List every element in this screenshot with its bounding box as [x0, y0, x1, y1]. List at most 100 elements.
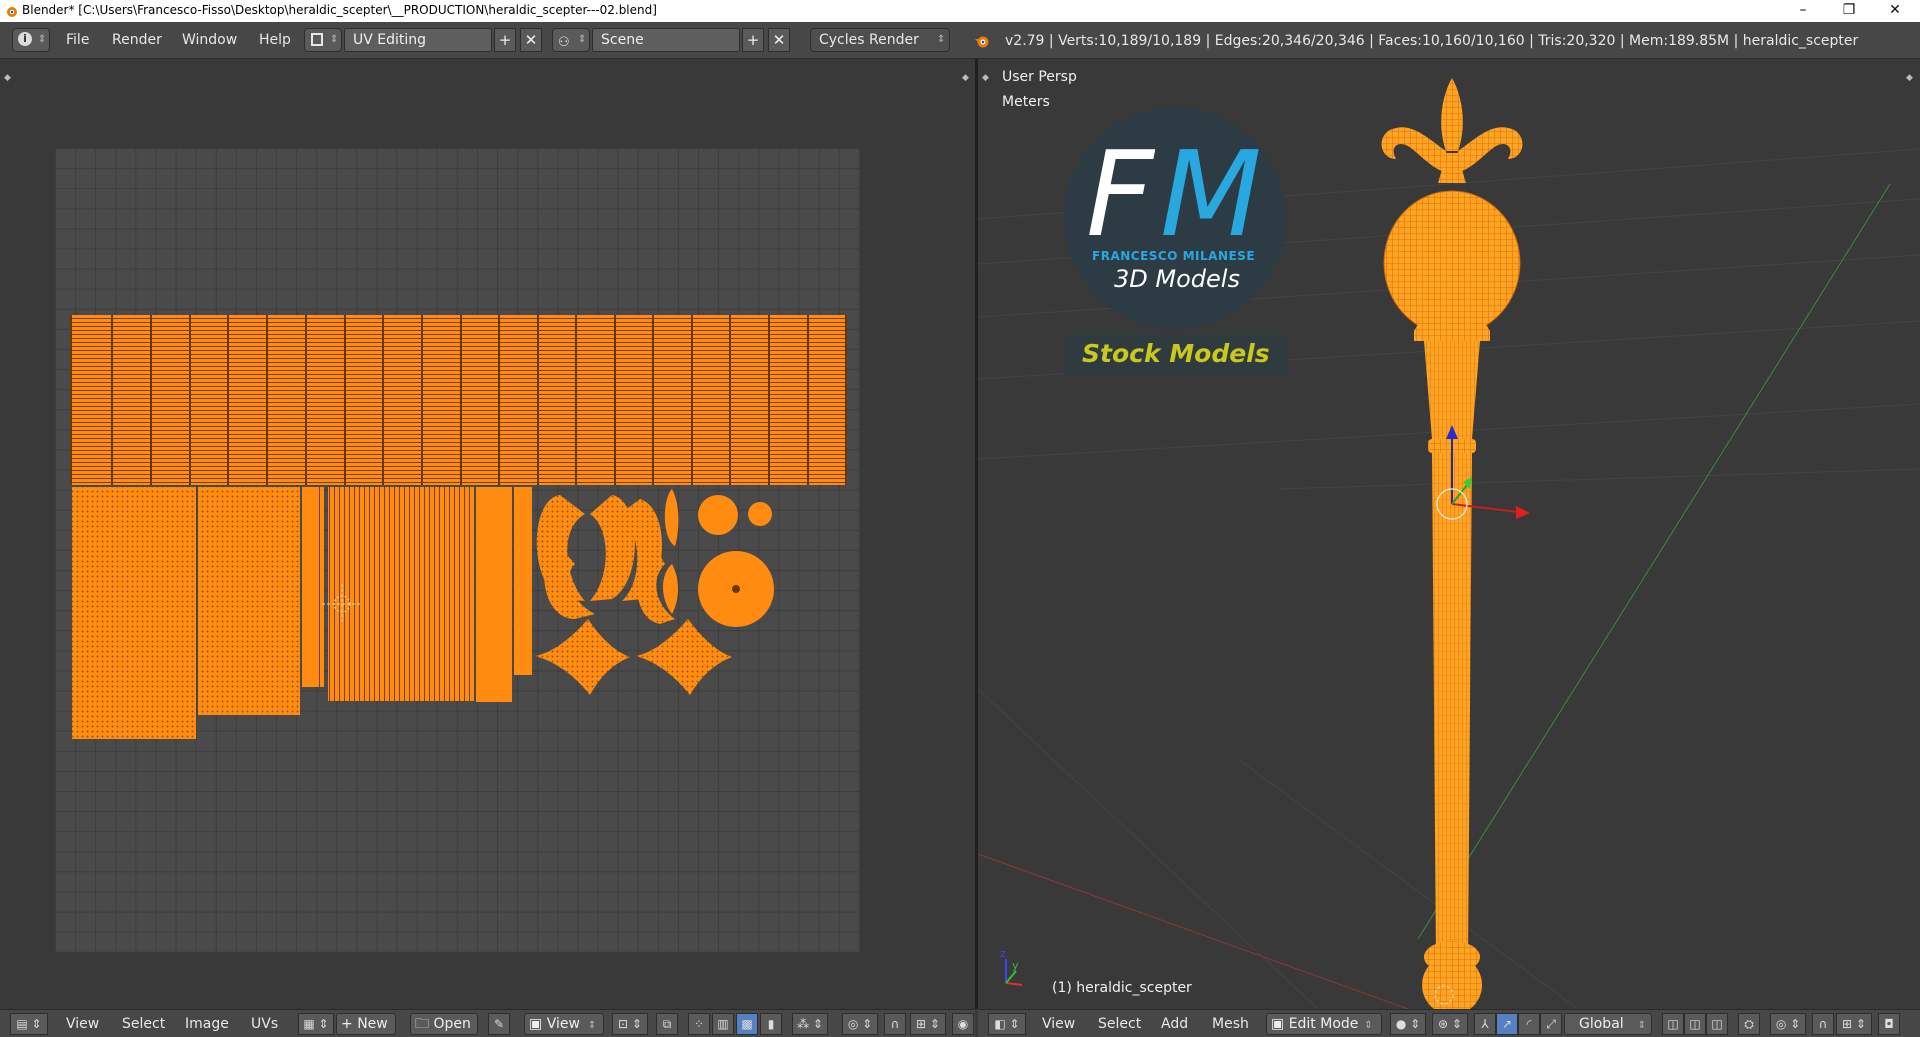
interaction-mode-dropdown[interactable]: ▣ Edit Mode ⇕ — [1266, 1013, 1382, 1035]
folder-icon: 🗀 — [415, 1016, 434, 1032]
select-island-button[interactable]: ▮ — [760, 1013, 782, 1035]
render-preview-button[interactable]: ◘ — [1878, 1013, 1900, 1035]
shading-dropdown[interactable]: ● ⇕ — [1390, 1013, 1426, 1035]
manipulator-icon: ⅄ — [1481, 1017, 1489, 1031]
viewport-menu-add[interactable]: Add — [1161, 1016, 1188, 1032]
screen-layout-field[interactable]: UV Editing — [344, 28, 492, 52]
uv-islands[interactable] — [0, 59, 975, 1009]
uv-island-handle — [328, 487, 474, 701]
viewport-menu-view[interactable]: View — [1042, 1016, 1075, 1032]
island-select-icon: ▮ — [767, 1017, 775, 1031]
add-screen-button[interactable]: + — [494, 28, 516, 52]
close-button[interactable]: ✕ — [1872, 0, 1918, 22]
pivot-point-dropdown[interactable]: ⊛ ⇕ — [1432, 1013, 1468, 1035]
menu-file[interactable]: File — [66, 32, 89, 48]
cube-icon: ◫ — [1667, 1017, 1679, 1031]
new-image-label: New — [357, 1016, 388, 1032]
view-mode-dropdown[interactable]: ▣ View ⇕ — [524, 1013, 604, 1035]
properties-toggle-icon[interactable]: ◆ — [962, 73, 969, 83]
select-edge-button[interactable]: ▥ — [712, 1013, 734, 1035]
sticky-select-button[interactable]: ⧉ — [656, 1013, 678, 1035]
maximize-button[interactable]: ❐ — [1826, 0, 1872, 22]
updown-arrow-icon: ⇕ — [578, 34, 587, 45]
uv-image-editor[interactable]: ◆ ◆ — [0, 59, 975, 1009]
open-image-button[interactable]: 🗀 Open — [410, 1013, 478, 1035]
info-header: i ⇕ File Render Window Help ⇕ UV Editing… — [0, 22, 1920, 59]
scale-manipulator-button[interactable]: ⤢ — [1540, 1013, 1562, 1035]
uv-menu-view[interactable]: View — [66, 1016, 99, 1032]
image-browse-icon: ▦ ⇕ — [303, 1017, 329, 1031]
scene-field[interactable]: Scene — [592, 28, 740, 52]
translate-manipulator-button[interactable]: ↗ — [1496, 1013, 1518, 1035]
info-icon: i — [18, 32, 32, 46]
scene-browse-button[interactable]: ⚇ ⇕ — [552, 28, 590, 52]
editor-type-image-button[interactable]: ▤ ⇕ — [10, 1013, 48, 1035]
updown-arrow-icon: ⇕ — [587, 1020, 597, 1031]
snap-element-dropdown-3d[interactable]: ⊞ ⇕ — [1836, 1013, 1872, 1035]
sticky-mode-dropdown[interactable]: ⁂ ⇕ — [792, 1013, 828, 1035]
editor-type-3d-button[interactable]: ◧ ⇕ — [988, 1013, 1026, 1035]
3d-viewport[interactable]: User Persp Meters F M FRANCESCO MILANESE… — [978, 59, 1920, 1009]
scale-icon: ⤢ — [1546, 1017, 1556, 1031]
properties-toggle-icon[interactable]: ◆ — [1906, 73, 1913, 83]
occlude-geometry-button[interactable]: ⛭ — [1738, 1013, 1760, 1035]
occlude-icon: ⛭ — [1744, 1017, 1754, 1031]
pivot-icon: ⊡ ⇕ — [618, 1017, 642, 1031]
rotate-arc-icon: ◜ — [1526, 1017, 1532, 1031]
layer-texture-button[interactable]: ◫ — [1706, 1013, 1728, 1035]
minimize-button[interactable]: – — [1780, 0, 1826, 22]
blender-logo-icon — [975, 36, 989, 48]
layer-solid-button[interactable]: ◫ — [1662, 1013, 1684, 1035]
layer-wire-button[interactable]: ◫ — [1684, 1013, 1706, 1035]
uv-menu-uvs[interactable]: UVs — [251, 1016, 278, 1032]
snap-element-dropdown[interactable]: ⊞ ⇕ — [910, 1013, 946, 1035]
screen-layout-browse-button[interactable]: ⇕ — [304, 28, 342, 52]
viewport-menu-select[interactable]: Select — [1098, 1016, 1141, 1032]
editor-type-info-button[interactable]: i ⇕ — [12, 28, 50, 52]
menu-window[interactable]: Window — [182, 32, 237, 48]
uv-menu-image[interactable]: Image — [185, 1016, 229, 1032]
uv-extra-button[interactable]: ◉ — [952, 1013, 974, 1035]
pin-button[interactable]: ✎ — [488, 1013, 510, 1035]
new-image-button[interactable]: + New — [336, 1013, 396, 1035]
proportional-edit-dropdown[interactable]: ◎ ⇕ — [842, 1013, 878, 1035]
add-scene-button[interactable]: + — [742, 28, 764, 52]
edge-select-icon: ▥ — [717, 1017, 729, 1031]
edit-mode-icon: ▣ — [1271, 1016, 1289, 1032]
translate-arrow-icon: ↗ — [1501, 1017, 1513, 1031]
snap-element-icon: ⊞ ⇕ — [916, 1017, 940, 1031]
3d-view-icon: ◧ ⇕ — [994, 1017, 1020, 1031]
plus-icon: + — [341, 1016, 358, 1032]
uv-menu-select[interactable]: Select — [122, 1016, 165, 1032]
view-mode-label: View — [546, 1016, 580, 1032]
vertex-select-icon: ⁘ — [693, 1017, 705, 1031]
menu-help[interactable]: Help — [259, 32, 291, 48]
viewport-menu-mesh[interactable]: Mesh — [1212, 1016, 1249, 1032]
camera-icon: ◘ — [1884, 1017, 1894, 1031]
manipulator-toggle-button[interactable]: ⅄ — [1474, 1013, 1496, 1035]
transform-orientation-dropdown[interactable]: Global ⇕ — [1564, 1013, 1652, 1035]
pivot-dropdown[interactable]: ⊡ ⇕ — [612, 1013, 648, 1035]
select-face-button[interactable]: ▩ — [736, 1013, 758, 1035]
snap-toggle-button[interactable]: ∩ — [884, 1013, 906, 1035]
menu-render[interactable]: Render — [112, 32, 162, 48]
sticky-mode-icon: ⁂ ⇕ — [797, 1017, 823, 1031]
proportional-edit-dropdown-3d[interactable]: ◎ ⇕ — [1770, 1013, 1806, 1035]
select-vertex-button[interactable]: ⁘ — [688, 1013, 710, 1035]
blender-logo-icon — [7, 7, 17, 17]
image-browse-button[interactable]: ▦ ⇕ — [298, 1013, 334, 1035]
rotate-manipulator-button[interactable]: ◜ — [1518, 1013, 1540, 1035]
scene-icon: ⚇ — [558, 35, 570, 50]
window-title: Blender* [C:\Users\Francesco-Fisso\Deskt… — [22, 3, 657, 17]
render-engine-dropdown[interactable]: Cycles Render ⇕ — [810, 28, 950, 52]
delete-screen-button[interactable]: ✕ — [520, 28, 542, 52]
heraldic-scepter-mesh[interactable]: y z — [978, 59, 1920, 1009]
pin-icon: ✎ — [493, 1017, 505, 1031]
uv-island-collar — [476, 487, 512, 702]
tools-toggle-icon[interactable]: ◆ — [4, 73, 11, 83]
snap-toggle-button-3d[interactable]: ∩ — [1812, 1013, 1834, 1035]
delete-scene-button[interactable]: ✕ — [768, 28, 790, 52]
tools-toggle-icon[interactable]: ◆ — [982, 73, 989, 83]
uv-editor-header: ▤ ⇕ View Select Image UVs ▦ ⇕ + New 🗀 Op… — [0, 1009, 975, 1037]
cube-icon: ◫ — [1689, 1017, 1701, 1031]
